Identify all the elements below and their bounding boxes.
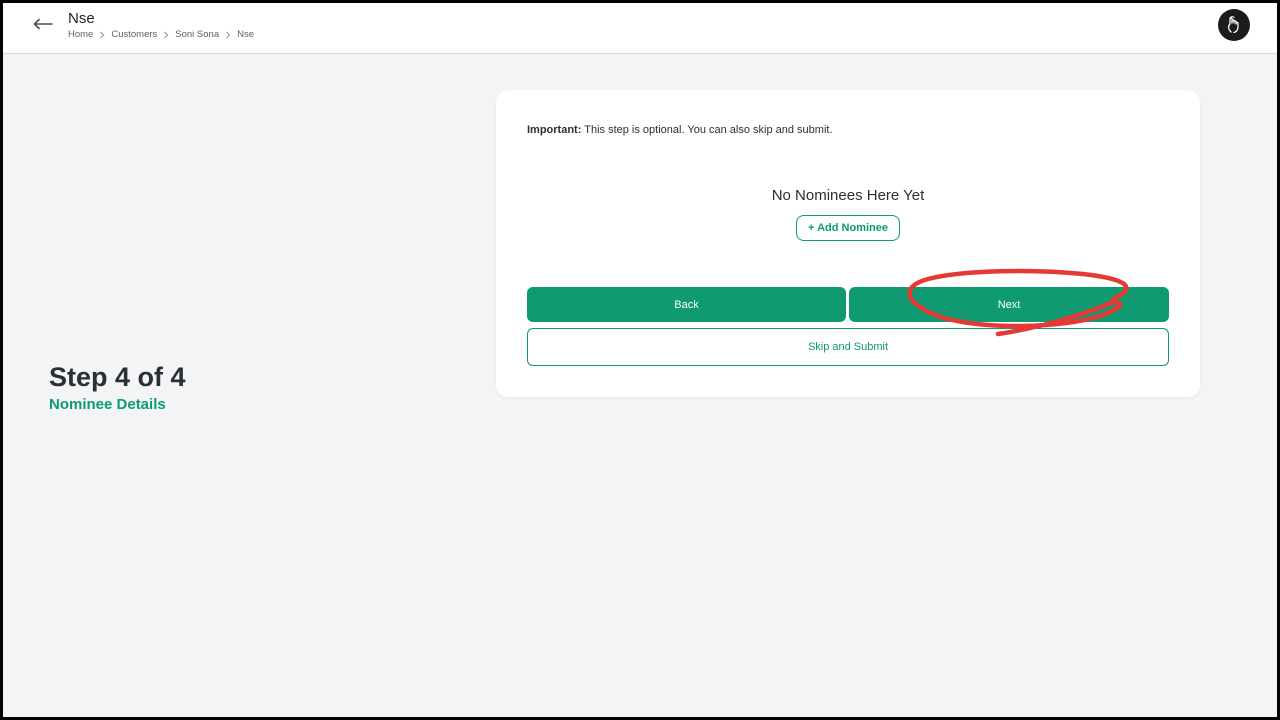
next-button[interactable]: Next	[849, 287, 1169, 322]
breadcrumb-customers[interactable]: Customers	[111, 29, 157, 40]
step-title: Step 4 of 4	[49, 362, 186, 392]
step-subtitle: Nominee Details	[49, 396, 166, 413]
add-nominee-button[interactable]: + Add Nominee	[796, 215, 900, 241]
back-arrow-button[interactable]	[29, 11, 57, 37]
skip-and-submit-button[interactable]: Skip and Submit	[527, 328, 1169, 366]
chevron-right-icon	[226, 31, 231, 38]
breadcrumb-home[interactable]: Home	[68, 29, 93, 40]
back-button[interactable]: Back	[527, 287, 846, 322]
nominee-card: Important: This step is optional. You ca…	[496, 90, 1200, 397]
chevron-right-icon	[164, 31, 169, 38]
top-header: Nse Home Customers Soni Sona Nse	[3, 3, 1277, 54]
notice-text: This step is optional. You can also skip…	[581, 124, 833, 136]
page-title: Nse	[68, 10, 95, 27]
chevron-right-icon	[100, 31, 105, 38]
empty-nominees-message: No Nominees Here Yet	[771, 187, 925, 204]
user-avatar[interactable]	[1218, 9, 1250, 41]
app-frame: Nse Home Customers Soni Sona Nse Step 4 …	[3, 3, 1277, 717]
notice-label: Important:	[527, 124, 582, 136]
breadcrumb-current: Nse	[237, 29, 255, 40]
breadcrumb: Home Customers Soni Sona Nse	[68, 29, 254, 40]
breadcrumb-customer-name[interactable]: Soni Sona	[175, 29, 219, 40]
arrow-left-icon	[33, 18, 53, 30]
optional-notice: Important: This step is optional. You ca…	[527, 124, 833, 136]
hand-logo-icon	[1227, 16, 1239, 34]
